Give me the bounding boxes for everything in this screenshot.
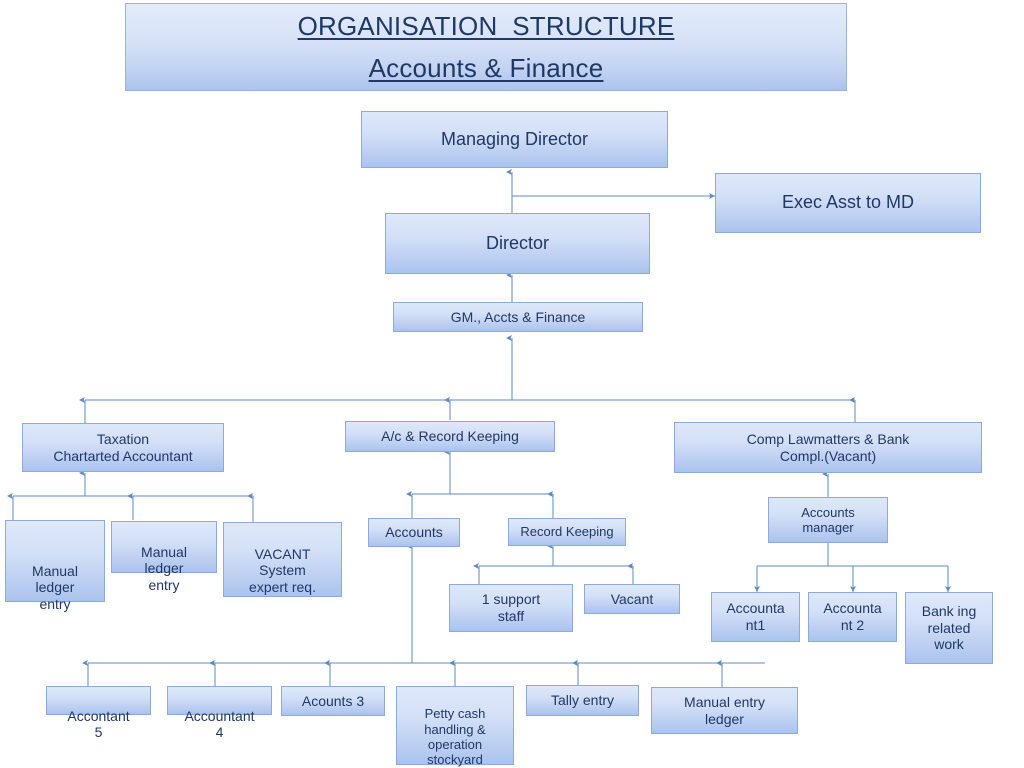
node-manual-ledger-entry-2[interactable]: Manual ledger entry [111,521,217,593]
node-accountant-1[interactable]: Accounta nt1 [711,592,800,642]
node-label: Accontant 5 [67,707,130,741]
node-accounts[interactable]: Accounts [368,518,460,547]
node-label: Record Keeping [520,524,614,540]
node-label-line1: Taxation [96,430,150,447]
node-gm-accts-finance[interactable]: GM., Accts & Finance [393,302,643,332]
chart-title-banner: ORGANISATION STRUCTURE Accounts & Financ… [125,3,847,91]
node-director[interactable]: Director [385,213,650,274]
org-chart-canvas: ORGANISATION STRUCTURE Accounts & Financ… [0,0,1024,768]
node-acounts-3[interactable]: Acounts 3 [281,686,385,716]
node-label: Manual ledger entry [141,543,187,593]
node-label: Accounta nt 2 [823,600,882,633]
node-exec-asst-to-md[interactable]: Exec Asst to MD [715,173,981,233]
node-comp-lawmatters-bank-compl[interactable]: Comp Lawmatters & Bank Compl.(Vacant) [674,422,982,473]
node-label: Vacant [610,590,654,607]
node-label: Tally entry [550,692,615,709]
node-banking-related-work[interactable]: Bank ing related work [905,592,993,664]
node-manual-ledger-entry-1[interactable]: Manual ledger entry [5,520,105,612]
node-record-keeping[interactable]: Record Keeping [508,518,626,546]
node-accountant-4[interactable]: Accountant 4 [167,686,272,740]
node-label-line1: Comp Lawmatters & Bank [746,430,910,447]
chart-title-line2: Accounts & Finance [368,52,604,83]
node-label: Accounta nt1 [726,600,785,633]
node-tally-entry[interactable]: Tally entry [526,685,639,716]
node-label: Accounts manager [801,504,855,535]
node-label-line2: Chartarted Accountant [53,447,193,464]
node-vacant-system-expert[interactable]: VACANT System expert req. [223,522,342,597]
node-managing-director[interactable]: Managing Director [361,111,668,168]
node-label: Director [485,232,549,253]
node-label: A/c & Record Keeping [381,428,519,445]
node-label: Manual entry ledger [684,693,765,727]
node-label: Managing Director [440,128,589,149]
node-label: Accountant 4 [184,707,255,741]
node-label: VACANT System expert req. [249,545,316,595]
node-label: Petty cash handling & operation stockyar… [424,706,486,768]
node-taxation[interactable]: Taxation Chartarted Accountant [22,423,224,472]
node-label: Manual ledger entry [32,562,78,612]
node-label: GM., Accts & Finance [450,308,586,325]
node-accontant-5[interactable]: Accontant 5 [46,686,151,740]
node-vacant[interactable]: Vacant [584,584,680,614]
node-label: Acounts 3 [301,692,365,709]
node-label: Bank ing related work [921,603,977,653]
node-manual-entry-ledger[interactable]: Manual entry ledger [651,687,798,734]
node-petty-cash-handling[interactable]: Petty cash handling & operation stockyar… [396,686,514,768]
node-label: Exec Asst to MD [781,192,915,213]
node-label: Accounts [385,524,443,541]
node-accountant-2[interactable]: Accounta nt 2 [808,592,897,642]
node-accounts-manager[interactable]: Accounts manager [768,497,888,543]
node-ac-record-keeping[interactable]: A/c & Record Keeping [345,421,555,452]
node-1-support-staff[interactable]: 1 support staff [449,584,573,632]
node-label: 1 support staff [481,591,541,624]
chart-title-line1: ORGANISATION STRUCTURE [297,10,675,41]
node-label-line2: Compl.(Vacant) [779,447,877,464]
